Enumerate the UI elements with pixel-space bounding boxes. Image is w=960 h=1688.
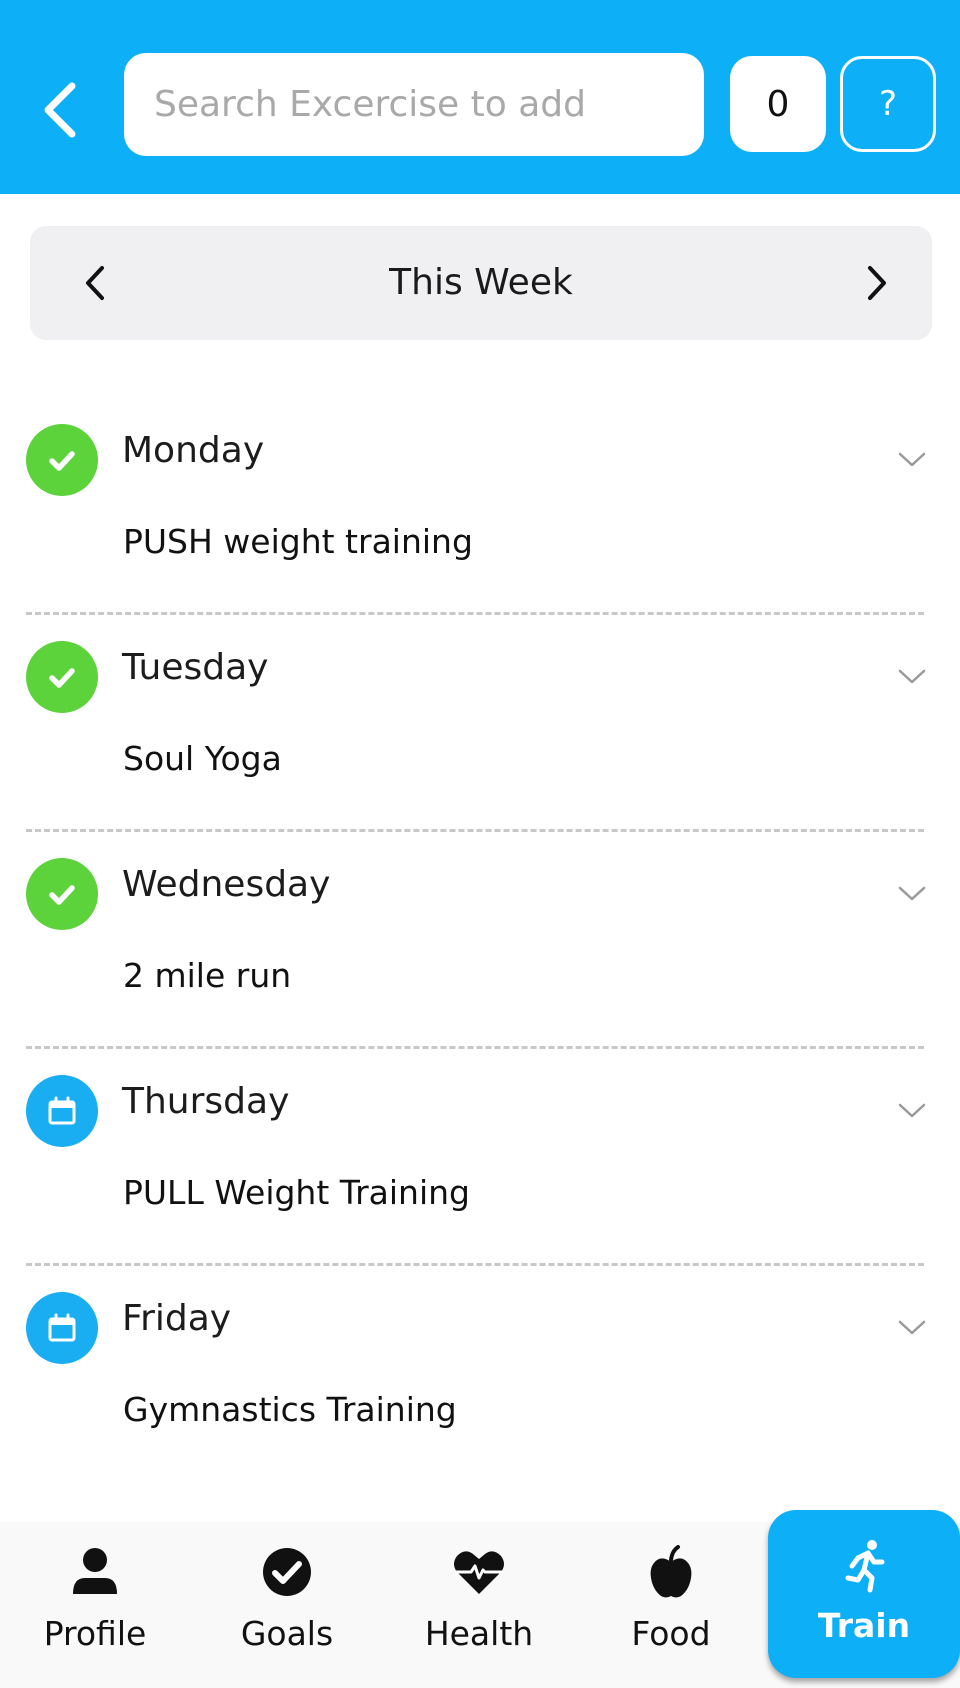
- tab-goals[interactable]: Goals: [192, 1522, 382, 1688]
- day-item-wednesday[interactable]: Wednesday 2 mile run: [0, 858, 960, 1075]
- completed-badge: [26, 858, 98, 930]
- day-item-thursday[interactable]: Thursday PULL Weight Training: [0, 1075, 960, 1292]
- day-workout: Soul Yoga: [123, 739, 282, 778]
- week-label: This Week: [389, 262, 573, 303]
- calendar-icon: [48, 1096, 76, 1125]
- day-item-tuesday[interactable]: Tuesday Soul Yoga: [0, 641, 960, 858]
- check-icon: [49, 885, 75, 905]
- help-button[interactable]: ?: [840, 56, 936, 152]
- day-name: Thursday: [122, 1081, 290, 1122]
- previous-week-button[interactable]: [72, 256, 122, 310]
- chevron-left-icon: [86, 266, 104, 300]
- planned-badge: [26, 1075, 98, 1147]
- running-icon: [845, 1540, 885, 1593]
- day-workout: Gymnastics Training: [123, 1390, 457, 1429]
- day-item-monday[interactable]: Monday PUSH weight training: [0, 424, 960, 641]
- next-week-button[interactable]: [850, 256, 900, 310]
- tab-profile[interactable]: Profile: [0, 1522, 190, 1688]
- dashed-divider: [26, 1046, 924, 1049]
- tab-label: Food: [631, 1614, 711, 1653]
- week-selector: This Week: [30, 226, 932, 340]
- exercise-count-button[interactable]: 0: [730, 56, 826, 152]
- day-item-friday[interactable]: Friday Gymnastics Training: [0, 1292, 960, 1509]
- chevron-down-icon[interactable]: [896, 1312, 928, 1344]
- chevron-down-icon[interactable]: [896, 444, 928, 476]
- day-name: Monday: [122, 430, 265, 471]
- search-input[interactable]: [124, 53, 704, 156]
- top-bar: 0 ?: [0, 0, 960, 194]
- tab-label: Profile: [43, 1614, 147, 1653]
- chevron-left-icon: [44, 82, 76, 138]
- check-icon: [49, 451, 75, 471]
- calendar-icon: [48, 1313, 76, 1342]
- chevron-down-icon[interactable]: [896, 878, 928, 910]
- heartbeat-icon: [454, 1551, 504, 1594]
- person-icon: [73, 1548, 117, 1594]
- check-circle-icon: [263, 1548, 311, 1596]
- day-name: Wednesday: [122, 864, 331, 905]
- tab-label: Train: [817, 1606, 911, 1645]
- check-icon: [49, 668, 75, 688]
- chevron-down-icon[interactable]: [896, 661, 928, 693]
- completed-badge: [26, 641, 98, 713]
- day-name: Friday: [122, 1298, 232, 1339]
- tab-health[interactable]: Health: [384, 1522, 574, 1688]
- exercise-count: 0: [766, 83, 790, 125]
- day-workout: 2 mile run: [123, 956, 292, 995]
- day-workout: PUSH weight training: [123, 522, 473, 561]
- completed-badge: [26, 424, 98, 496]
- back-button[interactable]: [36, 78, 86, 142]
- day-name: Tuesday: [122, 647, 269, 688]
- dashed-divider: [26, 612, 924, 615]
- dashed-divider: [26, 829, 924, 832]
- tab-label: Goals: [240, 1614, 334, 1653]
- chevron-down-icon[interactable]: [896, 1095, 928, 1127]
- apple-icon: [650, 1545, 692, 1598]
- help-icon: ?: [878, 84, 898, 124]
- planned-badge: [26, 1292, 98, 1364]
- day-workout: PULL Weight Training: [123, 1173, 470, 1212]
- tab-label: Health: [424, 1614, 534, 1653]
- dashed-divider: [26, 1263, 924, 1266]
- bottom-tab-bar: Profile Goals Health Food Train: [0, 1510, 960, 1688]
- tab-train[interactable]: Train: [768, 1510, 960, 1678]
- chevron-right-icon: [868, 266, 886, 300]
- tab-food[interactable]: Food: [576, 1522, 766, 1688]
